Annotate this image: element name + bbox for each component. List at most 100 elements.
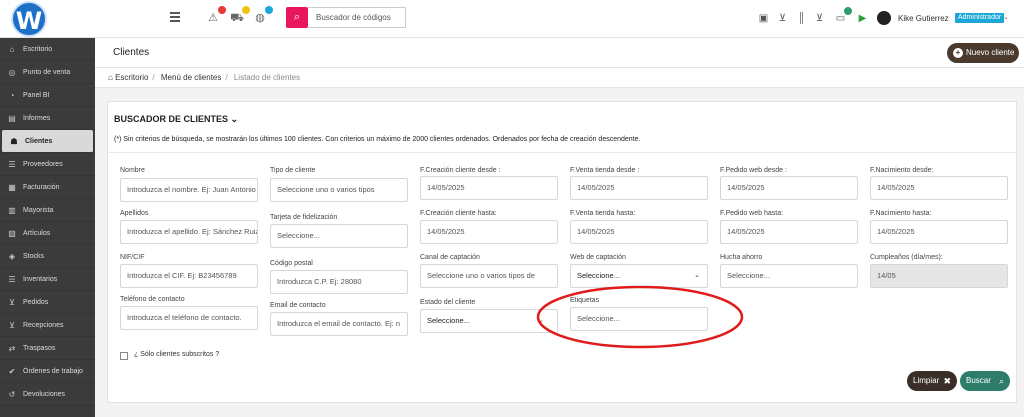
transfer-icon: ⇄ [8, 343, 16, 353]
fventa-desde-input[interactable]: 14/05/2025 [570, 176, 708, 200]
breadcrumb-item[interactable]: Menú de clientes [161, 73, 221, 82]
fventa-hasta-input[interactable]: 14/05/2025 [570, 220, 708, 244]
nombre-label: Nombre [120, 167, 145, 174]
tarjeta-select[interactable]: Seleccione... [270, 224, 408, 248]
sidebar-item-label: Facturación [23, 183, 60, 191]
sidebar-item-traspasos[interactable]: ⇄ Traspasos [0, 337, 95, 360]
sidebar-item-inventarios[interactable]: ☰ Inventarios [0, 268, 95, 291]
fcreacion-desde-label: F.Creación cliente desde : [420, 167, 501, 174]
globe-icon[interactable]: ◍ [253, 6, 273, 25]
nombre-input[interactable]: Introduzca el nombre. Ej: Juan Antonio [120, 178, 258, 202]
sidebar-item--rdenes-de-trabajo[interactable]: ✔ Órdenes de trabajo [0, 360, 95, 383]
invoice-icon: ▦ [8, 182, 16, 192]
sidebar-item-proveedores[interactable]: ☰ Proveedores [0, 153, 95, 176]
avatar[interactable] [877, 11, 891, 25]
hucha-label: Hucha ahorro [720, 254, 763, 261]
supplier-icon: ☰ [8, 159, 16, 169]
apellidos-input[interactable]: Introduzca el apellido. Ej: Sánchez Ruiz [120, 220, 258, 244]
fnac-desde-label: F.Nacimiento desde: [870, 167, 934, 174]
wholesale-icon: ▥ [8, 205, 16, 215]
sidebar-item-label: Escritorio [23, 45, 53, 53]
sidebar-item-mayorista[interactable]: ▥ Mayorista [0, 199, 95, 222]
sidebar-item-facturaci-n[interactable]: ▦ Facturación [0, 176, 95, 199]
sidebar-item-label: Devoluciones [23, 390, 66, 398]
clipboard-icon[interactable]: ▣ [758, 13, 769, 24]
sidebar-item-pedidos[interactable]: ⊻ Pedidos [0, 291, 95, 314]
reception-icon: ⊻ [9, 320, 15, 330]
fpedido-desde-label: F.Pedido web desde : [720, 167, 787, 174]
fnac-desde-input[interactable]: 14/05/2025 [870, 176, 1008, 200]
tarjeta-label: Tarjeta de fidelización [270, 214, 338, 221]
new-client-button[interactable]: + Nuevo cliente [947, 43, 1019, 63]
fnac-hasta-label: F.Nacimiento hasta: [870, 210, 932, 217]
sidebar-item-label: Pedidos [23, 298, 49, 306]
topbar: W ⚠ ⛟ ◍ ⌕ ▣ ⊻ ║ ⊻ ▭ ▶ Kike Gutierrez Adm… [0, 0, 1024, 38]
play-circle-icon[interactable]: ▶ [857, 13, 868, 24]
subscribed-checkbox[interactable] [120, 352, 128, 360]
sidebar-item-label: Artículos [23, 229, 51, 237]
sidebar-item-informes[interactable]: ▤ Informes [0, 107, 95, 130]
fcreacion-desde-input[interactable]: 14/05/2025 [420, 176, 558, 200]
cp-label: Código postal [270, 260, 313, 267]
highlight-ellipse [536, 285, 744, 349]
fcreacion-hasta-input[interactable]: 14/05/2025 [420, 220, 558, 244]
sidebar-item-label: Recepciones [23, 321, 64, 329]
cumple-input: 14/05 [870, 264, 1008, 288]
sidebar-item-label: Clientes [25, 137, 53, 145]
sidebar-item-label: Mayorista [23, 206, 54, 214]
sidebar-item-label: Traspasos [23, 344, 56, 352]
sidebar-item-clientes[interactable]: ☗ Clientes [2, 130, 93, 153]
tag-icon: ◈ [8, 251, 16, 261]
sidebar-item-art-culos[interactable]: ▧ Artículos [0, 222, 95, 245]
fventa-hasta-label: F.Venta tienda hasta: [570, 210, 636, 217]
pos-icon: ◎ [8, 67, 16, 77]
articles-icon: ▧ [8, 228, 16, 238]
estado-label: Estado del cliente [420, 299, 476, 306]
app-logo[interactable]: W [11, 1, 47, 37]
sidebar-item-label: Punto de venta [23, 68, 71, 76]
fcreacion-hasta-label: F.Creación cliente hasta: [420, 210, 497, 217]
warning-icon[interactable]: ⚠ [206, 6, 226, 25]
cumple-label: Cumpleaños (día/mes): [870, 254, 943, 261]
new-client-label: Nuevo cliente [966, 48, 1015, 57]
nif-input[interactable]: Introduzca el CIF. Ej: B23456789 [120, 264, 258, 288]
truck-icon[interactable]: ⛟ [230, 6, 250, 25]
tipo-select[interactable]: Seleccione uno o varios tipos [270, 178, 408, 202]
search-note: (*) Sin criterios de búsqueda, se mostra… [114, 136, 641, 143]
fpedido-hasta-input[interactable]: 14/05/2025 [720, 220, 858, 244]
cart-list-icon[interactable]: ⊻ [814, 13, 825, 24]
barcode-scan-icon[interactable] [842, 13, 853, 24]
fpedido-desde-input[interactable]: 14/05/2025 [720, 176, 858, 200]
sidebar-item-devoluciones[interactable]: ↺ Devoluciones [0, 383, 95, 406]
menu-icon[interactable] [170, 12, 180, 22]
search-title[interactable]: BUSCADOR DE CLIENTES ⌄ [114, 114, 238, 125]
check-icon: ✔ [8, 366, 16, 376]
sidebar: ⌂ Escritorio ◎ Punto de venta ◔ Panel BI ▤ Info… [0, 38, 95, 417]
client-search-card: BUSCADOR DE CLIENTES ⌄ (*) Sin criterios… [107, 101, 1017, 403]
sidebar-item-recepciones[interactable]: ⊻ Recepciones [0, 314, 95, 337]
clear-button[interactable]: Limpiar ✖ [907, 371, 957, 391]
sidebar-item-punto-de-venta[interactable]: ◎ Punto de venta [0, 61, 95, 84]
search-button[interactable]: Buscar ⌕ [960, 371, 1010, 391]
cp-input[interactable]: Introduzca C.P. Ej: 28080 [270, 270, 408, 294]
barcode-icon[interactable]: ║ [796, 13, 807, 24]
search-icon[interactable]: ⌕ [286, 7, 308, 28]
breadcrumb-item[interactable]: Escritorio [115, 73, 148, 82]
nif-label: NIF/CIF [120, 254, 145, 261]
email-input[interactable]: Introduzca el email de contacto. Ej: n [270, 312, 408, 336]
sidebar-item-escritorio[interactable]: ⌂ Escritorio [0, 38, 95, 61]
sidebar-item-stocks[interactable]: ◈ Stocks [0, 245, 95, 268]
telefono-input[interactable]: Introduzca el teléfono de contacto. [120, 306, 258, 330]
reports-icon: ▤ [8, 113, 16, 123]
sidebar-item-label: Panel BI [23, 91, 50, 99]
fnac-hasta-input[interactable]: 14/05/2025 [870, 220, 1008, 244]
sidebar-item-label: Inventarios [23, 275, 58, 283]
chevron-down-icon[interactable]: ⌄ [1003, 13, 1009, 21]
sidebar-item-panel-bi[interactable]: ◔ Panel BI [0, 84, 95, 107]
cart-icon[interactable]: ⊻ [777, 13, 788, 24]
user-name[interactable]: Kike Gutierrez [898, 14, 949, 23]
pie-chart-icon: ◔ [9, 90, 15, 100]
inventory-icon: ☰ [8, 274, 16, 284]
code-search-input[interactable] [308, 7, 406, 28]
breadcrumb-current: Listado de clientes [233, 73, 301, 82]
